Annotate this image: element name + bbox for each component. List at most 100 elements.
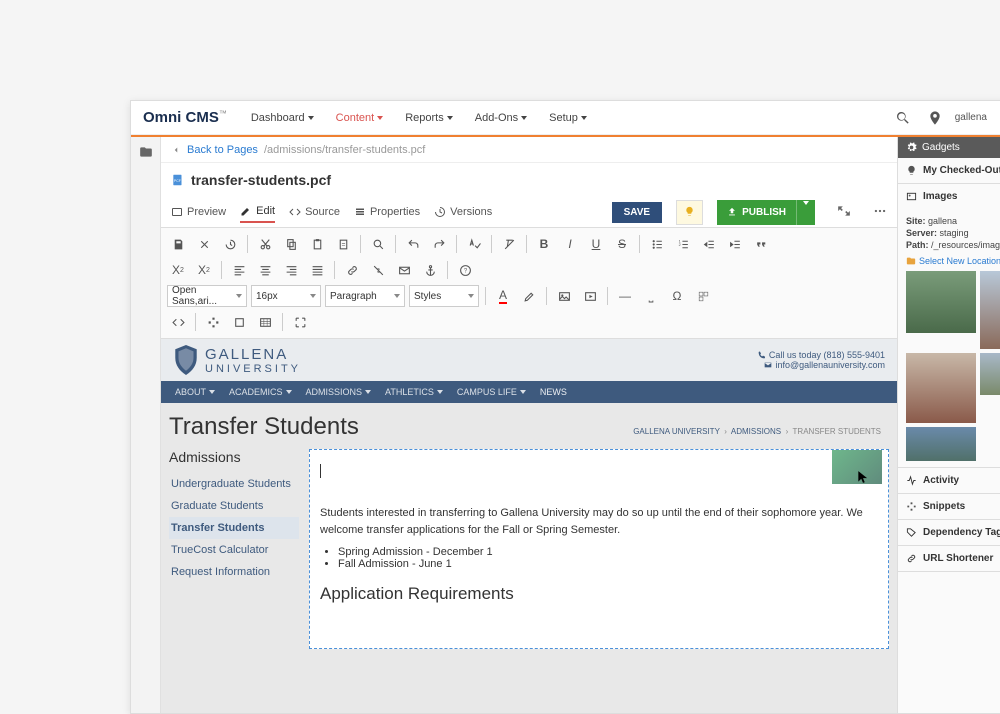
code-icon[interactable] [167,311,189,333]
email-text: info@gallenauniversity.com [758,360,885,370]
hr-icon[interactable]: — [614,285,636,307]
nav-reports[interactable]: Reports [397,106,461,130]
image-thumbnail[interactable] [906,353,976,423]
save-button[interactable]: SAVE [612,202,663,223]
side-transfer[interactable]: Transfer Students [169,517,299,539]
help-toolbar-icon[interactable]: ? [454,259,476,281]
close-icon[interactable] [193,233,215,255]
omega-icon[interactable]: Ω [666,285,688,307]
anchor-icon[interactable] [419,259,441,281]
underline-icon[interactable]: U [585,233,607,255]
image-thumbnail[interactable] [906,427,976,461]
lightbulb-button[interactable] [676,200,703,225]
outdent-icon[interactable] [698,233,720,255]
highlight-icon[interactable] [518,285,540,307]
select-location-link[interactable]: Select New Location [906,256,1000,266]
location-icon[interactable] [927,110,943,126]
side-undergrad[interactable]: Undergraduate Students [169,473,299,495]
block-select[interactable]: Paragraph [325,285,405,307]
history-icon[interactable] [219,233,241,255]
tab-preview[interactable]: Preview [171,202,226,222]
link-icon[interactable] [341,259,363,281]
align-left-icon[interactable] [228,259,250,281]
mail-icon[interactable] [393,259,415,281]
bulletlist-icon[interactable] [646,233,668,255]
spellcheck-icon[interactable] [463,233,485,255]
nav-setup[interactable]: Setup [541,106,595,130]
editable-region[interactable]: Students interested in transferring to G… [309,449,889,649]
blockquote-icon[interactable] [750,233,772,255]
nbsp-icon[interactable]: ⎵ [640,285,662,307]
unlink-icon[interactable] [367,259,389,281]
back-icon[interactable] [171,145,181,155]
styles-select[interactable]: Styles [409,285,479,307]
redo-icon[interactable] [428,233,450,255]
panel-images[interactable]: Images [898,184,1000,209]
text-color-icon[interactable]: A [492,285,514,307]
panel-checked-out[interactable]: My Checked-Out Content [898,158,1000,183]
asset-icon[interactable] [228,311,250,333]
undo-icon[interactable] [402,233,424,255]
univ-name-2: UNIVERSITY [205,363,301,375]
numlist-icon[interactable]: 12 [672,233,694,255]
cut-icon[interactable] [254,233,276,255]
file-name: transfer-students.pcf [191,172,331,188]
univ-nav-athletics[interactable]: ATHLETICS [385,387,443,397]
table-icon[interactable] [254,311,276,333]
nav-content[interactable]: Content [328,106,392,130]
gear-icon[interactable] [906,142,917,153]
subscript-icon[interactable]: X2 [193,259,215,281]
univ-nav-campus[interactable]: CAMPUS LIFE [457,387,526,397]
align-center-icon[interactable] [254,259,276,281]
tab-properties[interactable]: Properties [354,202,420,222]
superscript-icon[interactable]: X2 [167,259,189,281]
find-icon[interactable] [367,233,389,255]
panel-deptag[interactable]: Dependency Tag Info [898,520,1000,545]
expand-icon[interactable] [837,204,851,221]
univ-nav-news[interactable]: NEWS [540,387,567,397]
more-icon[interactable] [873,204,887,221]
image-icon[interactable] [553,285,575,307]
side-heading: Admissions [169,449,299,465]
image-thumbnail[interactable] [906,271,976,333]
publish-dropdown[interactable] [796,200,815,225]
clear-format-icon[interactable] [498,233,520,255]
italic-icon[interactable]: I [559,233,581,255]
component-icon[interactable] [202,311,224,333]
univ-nav-about[interactable]: ABOUT [175,387,215,397]
side-truecost[interactable]: TrueCost Calculator [169,539,299,561]
search-icon[interactable] [895,110,911,126]
image-thumbnail[interactable] [980,271,1000,349]
back-to-pages-link[interactable]: Back to Pages [187,144,258,156]
font-select[interactable]: Open Sans,ari... [167,285,247,307]
univ-name-1: GALLENA [205,346,301,363]
size-select[interactable]: 16px [251,285,321,307]
snippet-icon[interactable] [692,285,714,307]
tab-edit[interactable]: Edit [240,201,275,223]
panel-activity[interactable]: Activity [898,468,1000,493]
align-right-icon[interactable] [280,259,302,281]
bold-icon[interactable]: B [533,233,555,255]
univ-nav-academics[interactable]: ACADEMICS [229,387,292,397]
folder-icon[interactable] [139,145,153,159]
save-disk-icon[interactable] [167,233,189,255]
tab-versions[interactable]: Versions [434,202,492,222]
panel-snippets[interactable]: Snippets [898,494,1000,519]
fullscreen-icon[interactable] [289,311,311,333]
video-icon[interactable] [579,285,601,307]
publish-button[interactable]: PUBLISH [717,200,796,225]
indent-icon[interactable] [724,233,746,255]
univ-nav-admissions[interactable]: ADMISSIONS [306,387,372,397]
image-thumbnail[interactable] [980,353,1000,395]
strike-icon[interactable]: S [611,233,633,255]
paste-text-icon[interactable] [332,233,354,255]
align-justify-icon[interactable] [306,259,328,281]
side-request[interactable]: Request Information [169,561,299,583]
tab-source[interactable]: Source [289,202,340,222]
side-graduate[interactable]: Graduate Students [169,495,299,517]
paste-icon[interactable] [306,233,328,255]
panel-url[interactable]: URL Shortener [898,546,1000,571]
copy-icon[interactable] [280,233,302,255]
nav-addons[interactable]: Add-Ons [467,106,535,130]
nav-dashboard[interactable]: Dashboard [243,106,322,130]
